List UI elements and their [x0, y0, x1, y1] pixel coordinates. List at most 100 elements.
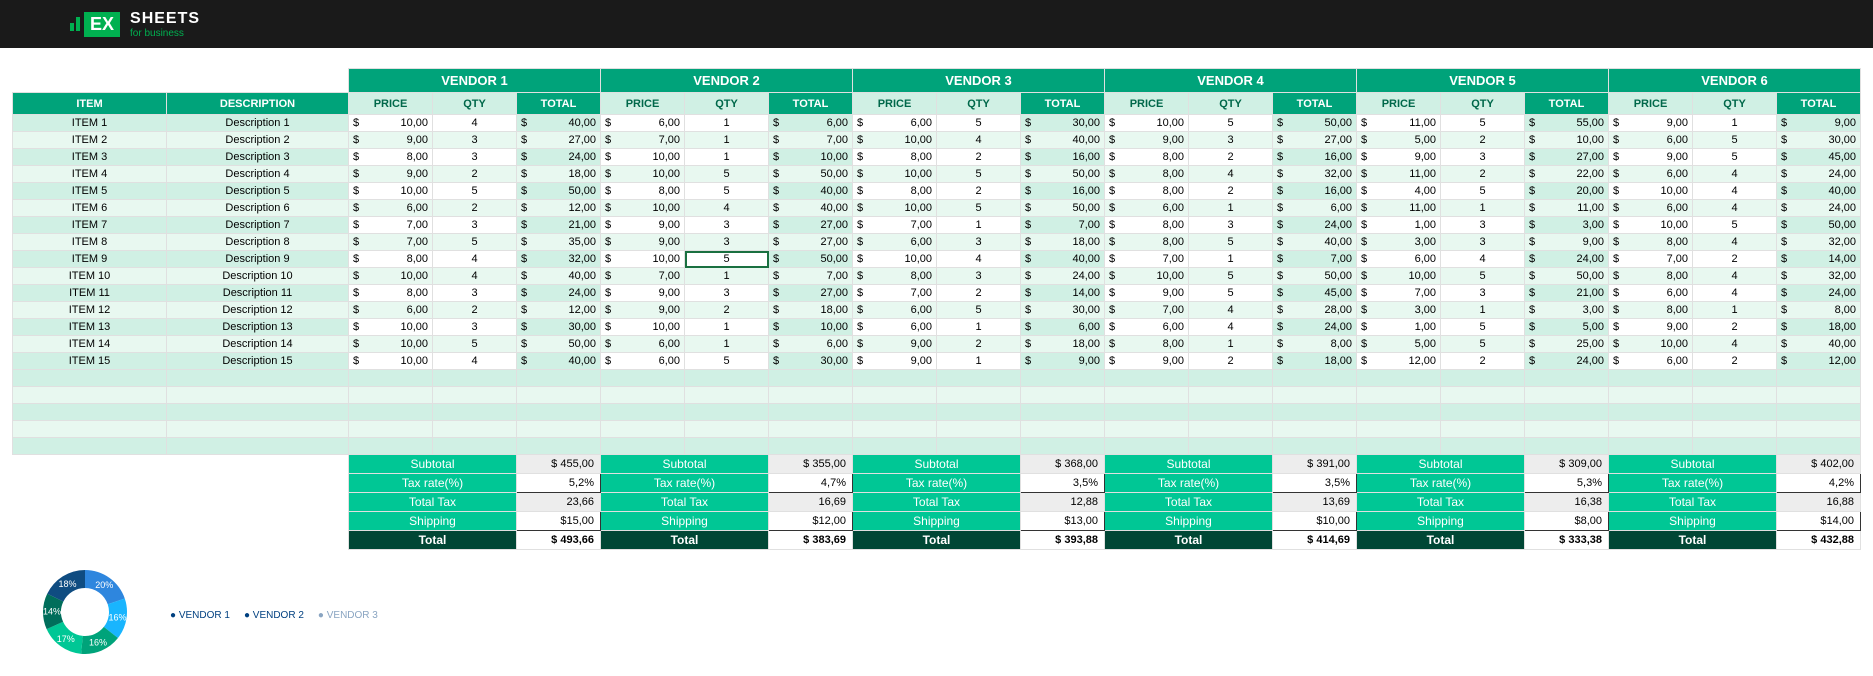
item-cell[interactable]: ITEM 1	[13, 115, 167, 132]
price-cell[interactable]: $6,00	[349, 302, 433, 319]
total-cell[interactable]: $35,00	[517, 234, 601, 251]
total-cell[interactable]: $40,00	[1273, 234, 1357, 251]
price-cell[interactable]: $9,00	[1609, 149, 1693, 166]
price-cell[interactable]: $12,00	[1357, 353, 1441, 370]
price-cell[interactable]: $9,00	[349, 132, 433, 149]
price-cell[interactable]: $9,00	[1357, 149, 1441, 166]
qty-cell[interactable]: 3	[433, 217, 517, 234]
qty-cell[interactable]: 4	[1189, 319, 1273, 336]
price-cell[interactable]: $10,00	[349, 319, 433, 336]
qty-cell[interactable]: 4	[433, 268, 517, 285]
desc-cell[interactable]: Description 14	[167, 336, 349, 353]
price-cell[interactable]: $11,00	[1357, 115, 1441, 132]
qty-cell[interactable]: 3	[433, 319, 517, 336]
total-cell[interactable]: $7,00	[769, 268, 853, 285]
price-cell[interactable]: $6,00	[601, 353, 685, 370]
price-cell[interactable]: $8,00	[853, 183, 937, 200]
total-cell[interactable]: $40,00	[1021, 132, 1105, 149]
total-cell[interactable]: $40,00	[1777, 336, 1861, 353]
desc-cell[interactable]: Description 7	[167, 217, 349, 234]
price-cell[interactable]: $10,00	[853, 200, 937, 217]
summary-subtotal-value-3[interactable]: $ 368,00	[1021, 455, 1105, 474]
summary-shipping-value-6[interactable]: $14,00	[1777, 512, 1861, 531]
total-cell[interactable]: $28,00	[1273, 302, 1357, 319]
qty-cell[interactable]: 5	[433, 183, 517, 200]
total-cell[interactable]: $32,00	[1777, 268, 1861, 285]
summary-totaltax-value-5[interactable]: 16,38	[1525, 493, 1609, 512]
price-cell[interactable]: $10,00	[601, 319, 685, 336]
qty-cell[interactable]: 5	[1441, 115, 1525, 132]
desc-cell[interactable]: Description 15	[167, 353, 349, 370]
price-cell[interactable]: $8,00	[1609, 234, 1693, 251]
qty-cell[interactable]: 1	[1441, 302, 1525, 319]
qty-cell[interactable]: 3	[685, 285, 769, 302]
total-cell[interactable]: $24,00	[1273, 217, 1357, 234]
price-cell[interactable]: $10,00	[1609, 183, 1693, 200]
price-cell[interactable]: $8,00	[1105, 336, 1189, 353]
total-cell[interactable]: $7,00	[769, 132, 853, 149]
qty-cell[interactable]: 2	[1189, 149, 1273, 166]
total-cell[interactable]: $45,00	[1273, 285, 1357, 302]
qty-cell[interactable]: 3	[1441, 149, 1525, 166]
qty-cell[interactable]: 5	[433, 234, 517, 251]
price-cell[interactable]: $6,00	[601, 336, 685, 353]
total-cell[interactable]: $16,00	[1021, 149, 1105, 166]
total-cell[interactable]: $50,00	[1021, 166, 1105, 183]
summary-taxrate-value-5[interactable]: 5,3%	[1525, 474, 1609, 493]
qty-cell[interactable]: 5	[1441, 183, 1525, 200]
summary-subtotal-value-2[interactable]: $ 355,00	[769, 455, 853, 474]
total-cell[interactable]: $24,00	[1273, 319, 1357, 336]
qty-cell[interactable]: 4	[433, 115, 517, 132]
qty-cell[interactable]: 1	[685, 149, 769, 166]
total-cell[interactable]: $12,00	[517, 302, 601, 319]
qty-cell[interactable]: 3	[1441, 234, 1525, 251]
qty-cell[interactable]: 2	[937, 336, 1021, 353]
qty-cell[interactable]: 5	[1693, 149, 1777, 166]
total-cell[interactable]: $14,00	[1021, 285, 1105, 302]
price-cell[interactable]: $10,00	[349, 183, 433, 200]
desc-cell[interactable]: Description 9	[167, 251, 349, 268]
summary-subtotal-value-1[interactable]: $ 455,00	[517, 455, 601, 474]
qty-cell[interactable]: 3	[685, 234, 769, 251]
empty-row[interactable]	[13, 421, 1861, 438]
price-cell[interactable]: $3,00	[1357, 302, 1441, 319]
price-cell[interactable]: $8,00	[601, 183, 685, 200]
price-cell[interactable]: $6,00	[1609, 200, 1693, 217]
total-cell[interactable]: $27,00	[1273, 132, 1357, 149]
price-cell[interactable]: $10,00	[1105, 268, 1189, 285]
total-cell[interactable]: $24,00	[1777, 166, 1861, 183]
price-cell[interactable]: $5,00	[1357, 132, 1441, 149]
summary-shipping-value-1[interactable]: $15,00	[517, 512, 601, 531]
qty-cell[interactable]: 2	[1441, 132, 1525, 149]
item-cell[interactable]: ITEM 5	[13, 183, 167, 200]
total-cell[interactable]: $50,00	[517, 183, 601, 200]
price-cell[interactable]: $6,00	[853, 115, 937, 132]
price-cell[interactable]: $9,00	[601, 234, 685, 251]
price-cell[interactable]: $10,00	[601, 200, 685, 217]
qty-cell[interactable]: 1	[685, 115, 769, 132]
price-cell[interactable]: $5,00	[1357, 336, 1441, 353]
total-cell[interactable]: $20,00	[1525, 183, 1609, 200]
total-cell[interactable]: $9,00	[1777, 115, 1861, 132]
qty-cell[interactable]: 1	[685, 319, 769, 336]
price-cell[interactable]: $9,00	[349, 166, 433, 183]
qty-cell[interactable]: 2	[937, 149, 1021, 166]
qty-cell[interactable]: 5	[937, 166, 1021, 183]
total-cell[interactable]: $50,00	[1273, 115, 1357, 132]
desc-cell[interactable]: Description 12	[167, 302, 349, 319]
qty-cell[interactable]: 4	[1693, 285, 1777, 302]
qty-cell[interactable]: 2	[937, 183, 1021, 200]
empty-row[interactable]	[13, 370, 1861, 387]
price-cell[interactable]: $1,00	[1357, 319, 1441, 336]
desc-cell[interactable]: Description 1	[167, 115, 349, 132]
price-cell[interactable]: $3,00	[1357, 234, 1441, 251]
total-cell[interactable]: $50,00	[769, 166, 853, 183]
total-cell[interactable]: $18,00	[1021, 336, 1105, 353]
total-cell[interactable]: $40,00	[769, 200, 853, 217]
qty-cell[interactable]: 2	[1693, 319, 1777, 336]
qty-cell[interactable]: 3	[685, 217, 769, 234]
qty-cell[interactable]: 5	[1189, 285, 1273, 302]
price-cell[interactable]: $6,00	[1609, 285, 1693, 302]
price-cell[interactable]: $7,00	[349, 217, 433, 234]
total-cell[interactable]: $18,00	[517, 166, 601, 183]
